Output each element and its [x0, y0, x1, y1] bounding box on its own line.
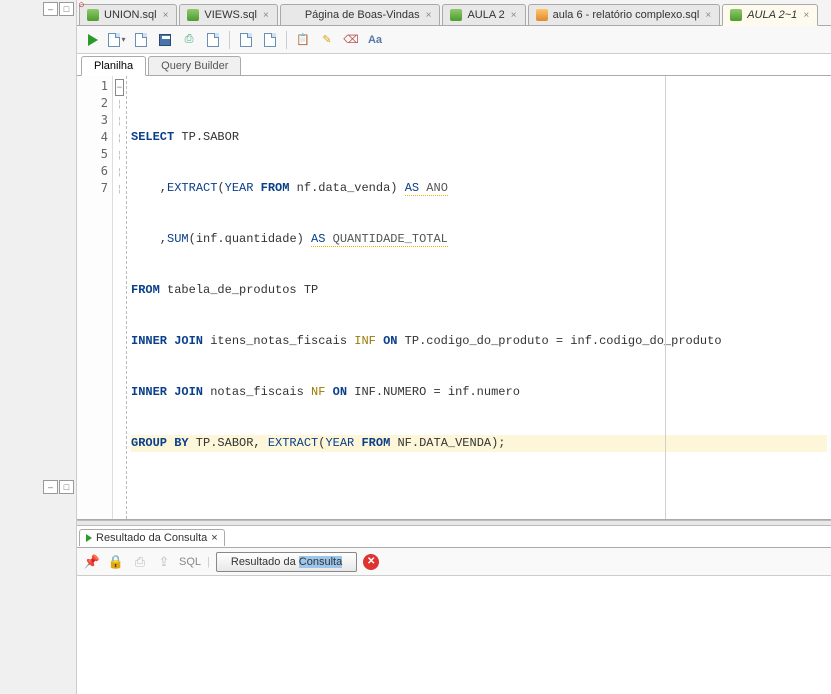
code-area[interactable]: SELECT TP.SABOR ,EXTRACT(YEAR FROM nf.da… [127, 76, 831, 519]
close-icon[interactable]: × [263, 10, 269, 21]
results-tab-row: Resultado da Consulta × [77, 526, 831, 548]
run-script-button[interactable]: ▾ [107, 30, 127, 50]
subtab-query-builder[interactable]: Query Builder [148, 56, 241, 75]
commit-button[interactable]: ⎙ [179, 30, 199, 50]
panel-restore-icon[interactable]: □ [59, 480, 74, 494]
explain-plan-button[interactable] [131, 30, 151, 50]
result-status-button[interactable]: Resultado da Consulta [216, 552, 357, 572]
export-icon[interactable]: ⇪ [155, 553, 173, 571]
line-number-gutter: 1234567 [77, 76, 113, 519]
print-icon[interactable]: ⎙ [131, 553, 149, 571]
file-tab-strip: UNION.sql × VIEWS.sql × Página de Boas-V… [77, 0, 831, 26]
panel-minimize-icon[interactable]: – [43, 2, 58, 16]
sql-file-icon [729, 8, 743, 22]
main-area: UNION.sql × VIEWS.sql × Página de Boas-V… [77, 0, 831, 694]
close-icon[interactable]: × [163, 10, 169, 21]
file-tab[interactable]: AULA 2 × [442, 4, 525, 25]
close-icon[interactable]: × [426, 10, 432, 21]
results-tab[interactable]: Resultado da Consulta × [79, 529, 225, 546]
lock-icon[interactable]: 🔒 [107, 553, 125, 571]
tab-label: Página de Boas-Vindas [305, 9, 420, 21]
sql-file-icon [449, 8, 463, 22]
close-icon[interactable]: × [211, 532, 217, 544]
tab-label: UNION.sql [104, 9, 157, 21]
results-tab-label: Resultado da Consulta [96, 532, 207, 544]
tab-label: VIEWS.sql [204, 9, 257, 21]
results-pane: Resultado da Consulta × 📌 🔒 ⎙ ⇪ SQL | Re… [77, 526, 831, 694]
tab-label: AULA 2 [467, 9, 504, 21]
pin-icon[interactable]: 📌 [83, 553, 101, 571]
left-side-panel: – □ – □ [0, 0, 77, 694]
separator [286, 31, 287, 49]
close-icon[interactable]: × [511, 10, 517, 21]
tab-label: aula 6 - relatório complexo.sql [553, 9, 700, 21]
case-button[interactable]: Aa [365, 30, 385, 50]
sql-file-modified-icon [535, 8, 549, 22]
sql-history-button[interactable]: 📋 [293, 30, 313, 50]
close-icon[interactable]: × [705, 10, 711, 21]
tab-label: AULA 2~1 [747, 9, 797, 21]
erase-button[interactable]: ⌫ [341, 30, 361, 50]
subtab-planilha[interactable]: Planilha [81, 56, 146, 76]
panel-minimize-icon[interactable]: – [43, 480, 58, 494]
worksheet-subtab-row: Planilha Query Builder [77, 54, 831, 76]
fold-minus-icon[interactable]: − [115, 79, 124, 96]
run-button[interactable] [83, 30, 103, 50]
file-tab[interactable]: UNION.sql × [79, 4, 177, 25]
autotrace-button[interactable] [155, 30, 175, 50]
panel-restore-icon[interactable]: □ [59, 2, 74, 16]
file-tab[interactable]: VIEWS.sql × [179, 4, 277, 25]
error-icon[interactable]: ✕ [363, 554, 379, 570]
oracle-icon [287, 8, 301, 22]
sql-file-icon [186, 8, 200, 22]
file-tab[interactable]: aula 6 - relatório complexo.sql × [528, 4, 721, 25]
results-grid[interactable] [77, 576, 831, 694]
unshared-worksheet-button[interactable] [236, 30, 256, 50]
rollback-button[interactable] [203, 30, 223, 50]
file-tab-active[interactable]: AULA 2~1 × [722, 4, 818, 26]
close-icon[interactable]: × [803, 10, 809, 21]
results-toolbar: 📌 🔒 ⎙ ⇪ SQL | Resultado da Consulta ✕ [77, 548, 831, 576]
worksheet-toolbar: ▾ ⎙ 📋 ✎ ⌫ Aa [77, 26, 831, 54]
sql-file-icon [86, 8, 100, 22]
sql-editor[interactable]: 1234567 − ¦¦¦¦¦¦ SELECT TP.SABOR ,EXTRAC… [77, 76, 831, 520]
separator: | [207, 556, 210, 568]
sql-label: SQL [179, 556, 201, 568]
fold-gutter[interactable]: − ¦¦¦¦¦¦ [113, 76, 127, 519]
separator [229, 31, 230, 49]
format-button[interactable]: ✎ [317, 30, 337, 50]
clear-button[interactable] [260, 30, 280, 50]
print-margin [665, 76, 666, 519]
run-result-icon [86, 534, 92, 542]
file-tab[interactable]: Página de Boas-Vindas × [280, 4, 441, 25]
